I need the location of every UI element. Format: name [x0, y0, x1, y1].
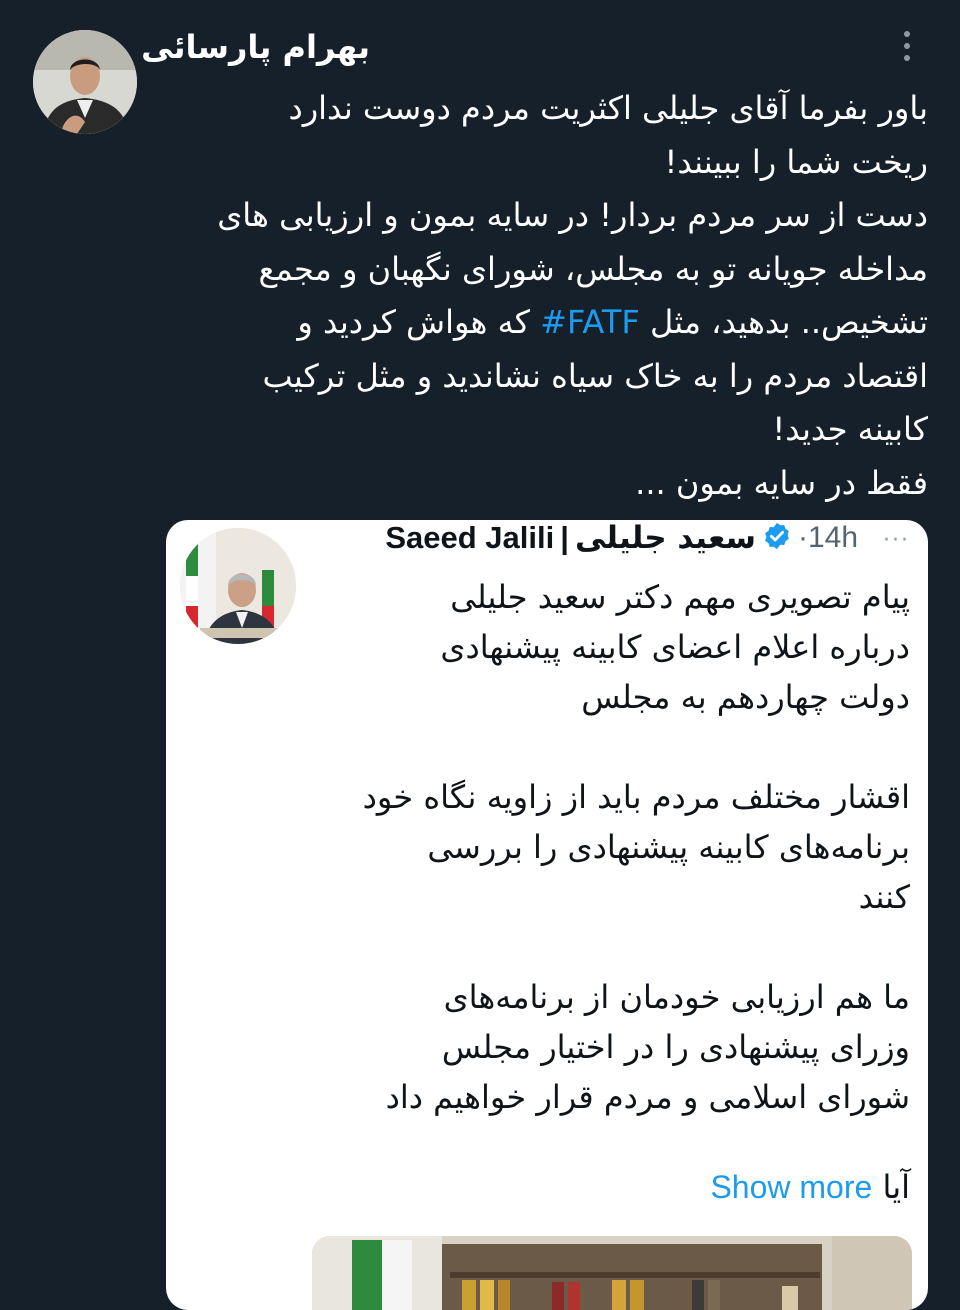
quoted-more-options-icon[interactable]: ··· — [883, 528, 910, 553]
quoted-last-word: آیا — [882, 1168, 910, 1206]
more-options-icon[interactable] — [893, 26, 921, 66]
tweet-line: اقتصاد مردم را به خاک سیاه نشاندید و مثل… — [262, 356, 928, 395]
quoted-tweet-text: پیام تصویری مهم دکتر سعید جلیلی درباره ا… — [290, 572, 910, 1122]
author-name[interactable]: بهرام پارسائی — [141, 28, 370, 66]
quoted-author-avatar[interactable] — [180, 528, 296, 644]
quoted-line: شورای اسلامی و مردم قرار خواهیم داد — [385, 1078, 910, 1116]
quoted-media-image[interactable] — [312, 1236, 912, 1310]
tweet-text-segment: که هواش کردید و — [297, 303, 541, 341]
quoted-line: وزرای پیشنهادی را در اختیار مجلس — [441, 1028, 910, 1066]
quoted-line: پیام تصویری مهم دکتر سعید جلیلی — [450, 578, 910, 616]
tweet-text-segment: تشخیص.. بدهید، مثل — [639, 303, 928, 341]
quoted-line: برنامه‌های کابینه پیشنهادی را بررسی — [427, 828, 910, 866]
quoted-author-name-fa[interactable]: سعید جلیلی — [575, 520, 756, 556]
tweet-line: مداخله جویانه تو به مجلس، شورای نگهبان و… — [258, 249, 928, 288]
quoted-tweet-card[interactable]: ··· Saeed Jalili | سعید جلیلی ·14h پیام … — [166, 520, 928, 1310]
tweet-line: کابینه جدید! — [772, 410, 928, 448]
tweet-line-with-hashtag: تشخیص.. بدهید، مثل #FATF که هواش کردید و — [168, 296, 928, 350]
quoted-tweet-header: Saeed Jalili | سعید جلیلی ·14h — [385, 520, 858, 558]
quoted-line: ما هم ارزیابی خودمان از برنامه‌های — [443, 978, 910, 1016]
tweet-line: فقط در سایه بمون ... — [635, 463, 928, 502]
name-separator: | — [560, 520, 569, 555]
tweet-line: باور بفرما آقای جلیلی اکثریت مردم دوست ن… — [288, 89, 928, 127]
verified-badge-icon — [762, 521, 792, 555]
tweet-text: باور بفرما آقای جلیلی اکثریت مردم دوست ن… — [168, 82, 928, 510]
show-more-link[interactable]: Show more — [710, 1169, 872, 1205]
quoted-line: دولت چهاردهم به مجلس — [581, 678, 910, 716]
quoted-line: درباره اعلام اعضای کابینه پیشنهادی — [440, 628, 910, 666]
tweet-line: ریخت شما را ببینند! — [664, 142, 928, 181]
quoted-truncation: آیا Show more — [710, 1168, 910, 1206]
hashtag-link[interactable]: #FATF — [540, 303, 640, 341]
tweet-line: دست از سر مردم بردار! در سایه بمون و ارز… — [217, 196, 928, 234]
quoted-line: اقشار مختلف مردم باید از زاویه نگاه خود — [362, 778, 910, 816]
quoted-timestamp[interactable]: ·14h — [798, 521, 858, 555]
quoted-author-name-en[interactable]: Saeed Jalili — [385, 520, 554, 556]
author-avatar[interactable] — [33, 30, 137, 134]
quoted-line: کنند — [858, 878, 910, 916]
